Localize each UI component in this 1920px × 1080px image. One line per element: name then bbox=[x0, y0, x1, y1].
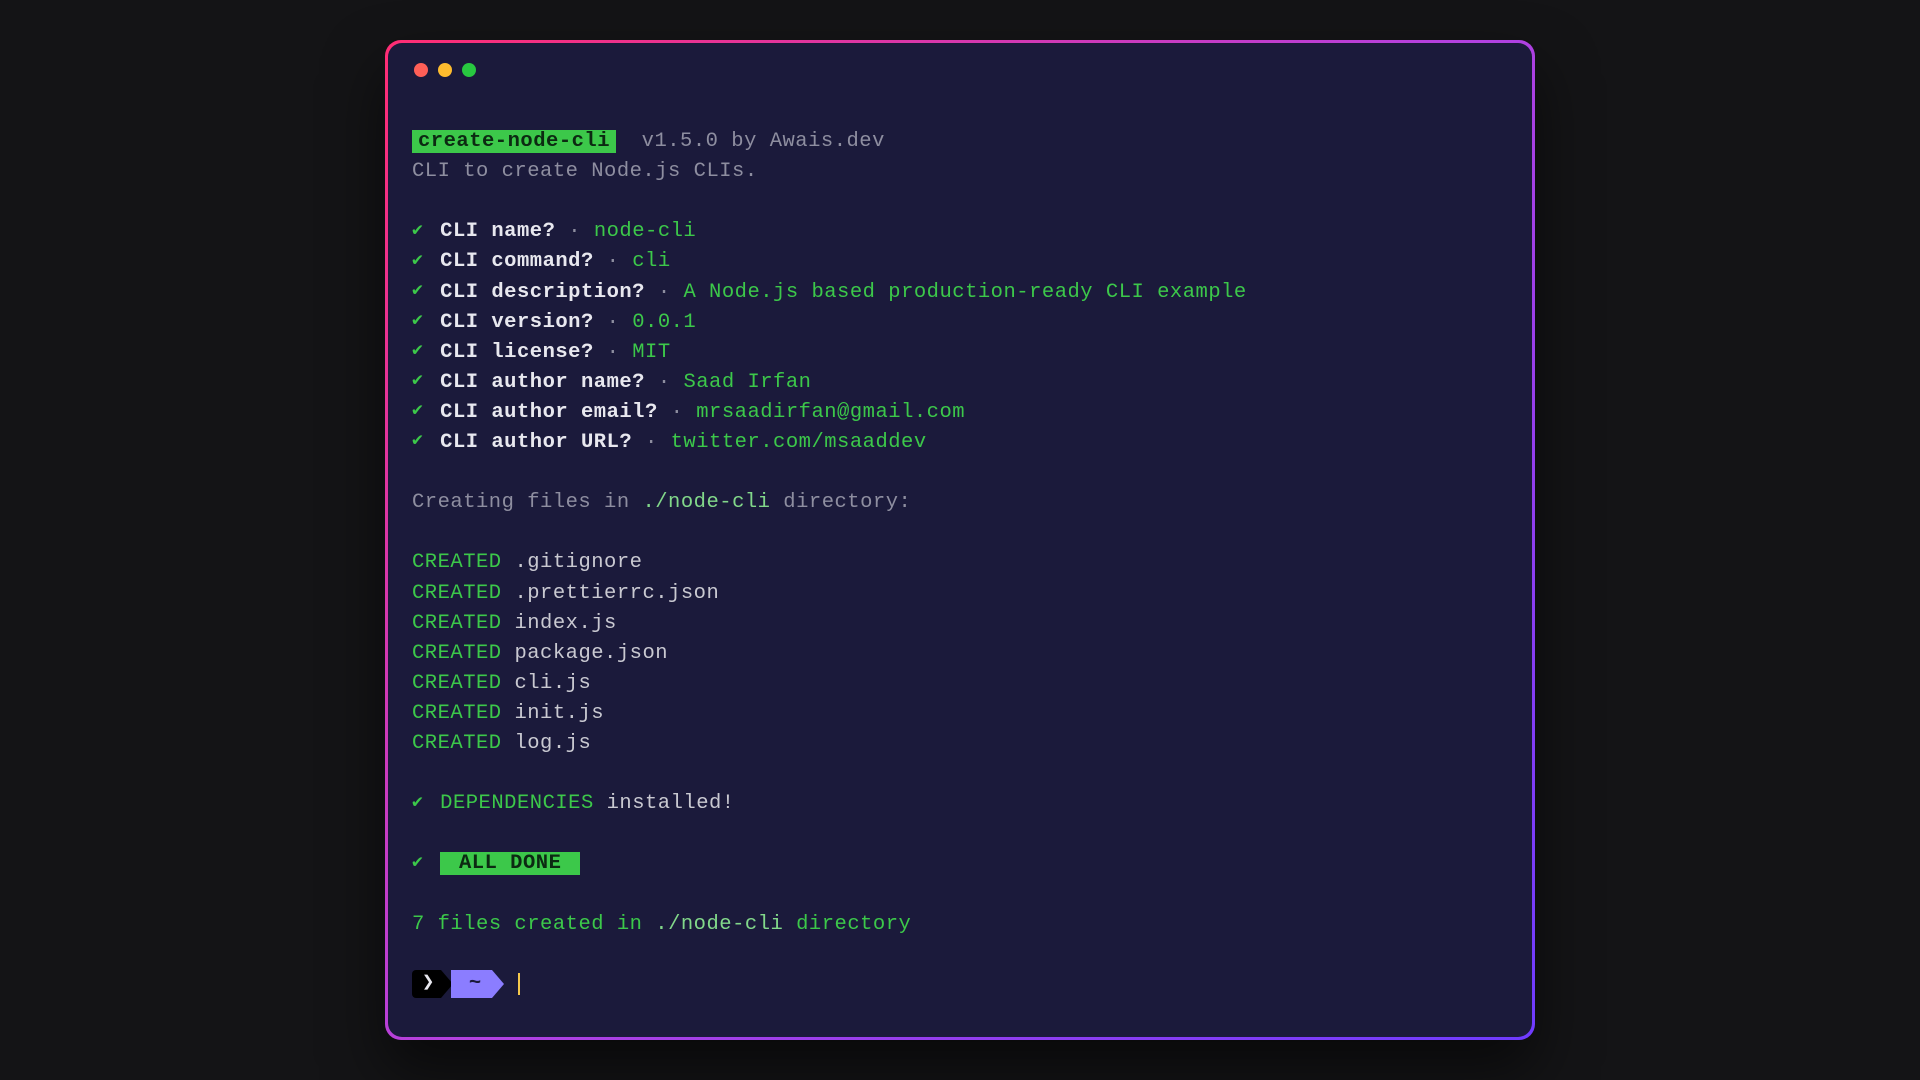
all-done-badge: ALL DONE bbox=[440, 852, 580, 875]
check-icon: ✔ bbox=[412, 428, 423, 454]
created-filename: init.js bbox=[514, 702, 604, 725]
output-dir: ./node-cli bbox=[642, 491, 770, 514]
created-label: CREATED bbox=[412, 702, 502, 725]
created-line: CREATED .gitignore bbox=[412, 548, 1508, 578]
header-line: create-node-cli v1.5.0 by Awais.dev bbox=[412, 127, 1508, 157]
created-label: CREATED bbox=[412, 612, 502, 635]
prompt-question: CLI author email? bbox=[440, 401, 658, 424]
prompt-question: CLI author URL? bbox=[440, 431, 632, 454]
prompt-line: ✔ CLI license? · MIT bbox=[412, 338, 1508, 368]
prompt-line: ✔ CLI command? · cli bbox=[412, 247, 1508, 277]
cli-name-badge: create-node-cli bbox=[412, 130, 616, 153]
created-filename: cli.js bbox=[514, 672, 591, 695]
summary-line: 7 files created in ./node-cli directory bbox=[412, 910, 1508, 940]
created-label: CREATED bbox=[412, 582, 502, 605]
check-icon: ✔ bbox=[412, 398, 423, 424]
created-label: CREATED bbox=[412, 732, 502, 755]
window-traffic-lights bbox=[414, 63, 1508, 77]
created-label: CREATED bbox=[412, 642, 502, 665]
created-filename: index.js bbox=[514, 612, 616, 635]
created-filename: log.js bbox=[514, 732, 591, 755]
terminal-window: create-node-cli v1.5.0 by Awais.dev CLI … bbox=[385, 40, 1535, 1040]
prompt-cwd: ~ bbox=[451, 970, 492, 998]
created-filename: package.json bbox=[514, 642, 668, 665]
created-line: CREATED index.js bbox=[412, 609, 1508, 639]
prompt-answer: cli bbox=[632, 250, 670, 273]
check-icon: ✔ bbox=[412, 308, 423, 334]
created-label: CREATED bbox=[412, 551, 502, 574]
prompt-line: ✔ CLI name? · node-cli bbox=[412, 217, 1508, 247]
all-done-line: ✔ ALL DONE bbox=[412, 849, 1508, 879]
check-icon: ✔ bbox=[412, 368, 423, 394]
prompt-answer: A Node.js based production-ready CLI exa… bbox=[683, 281, 1246, 304]
prompt-answer: MIT bbox=[632, 341, 670, 364]
prompt-question: CLI author name? bbox=[440, 371, 645, 394]
prompt-question: CLI version? bbox=[440, 311, 594, 334]
created-filename: .prettierrc.json bbox=[514, 582, 719, 605]
created-label: CREATED bbox=[412, 672, 502, 695]
terminal-output: create-node-cli v1.5.0 by Awais.dev CLI … bbox=[412, 127, 1508, 998]
check-icon: ✔ bbox=[412, 850, 423, 876]
created-line: CREATED init.js bbox=[412, 699, 1508, 729]
cli-version: v1.5.0 bbox=[642, 130, 719, 153]
prompt-line: ✔ CLI author name? · Saad Irfan bbox=[412, 368, 1508, 398]
check-icon: ✔ bbox=[412, 278, 423, 304]
created-line: CREATED log.js bbox=[412, 729, 1508, 759]
dependencies-line: ✔ DEPENDENCIES installed! bbox=[412, 789, 1508, 819]
check-icon: ✔ bbox=[412, 790, 423, 816]
prompt-line: ✔ CLI description? · A Node.js based pro… bbox=[412, 278, 1508, 308]
minimize-icon[interactable] bbox=[438, 63, 452, 77]
check-icon: ✔ bbox=[412, 338, 423, 364]
created-line: CREATED .prettierrc.json bbox=[412, 579, 1508, 609]
created-files-block: CREATED .gitignoreCREATED .prettierrc.js… bbox=[412, 548, 1508, 759]
creating-files-line: Creating files in ./node-cli directory: bbox=[412, 488, 1508, 518]
prompt-line: ✔ CLI author email? · mrsaadirfan@gmail.… bbox=[412, 398, 1508, 428]
created-line: CREATED package.json bbox=[412, 639, 1508, 669]
prompt-answer: node-cli bbox=[594, 220, 696, 243]
prompt-answers-block: ✔ CLI name? · node-cli✔ CLI command? · c… bbox=[412, 217, 1508, 458]
prompt-line: ✔ CLI version? · 0.0.1 bbox=[412, 308, 1508, 338]
cli-author: Awais.dev bbox=[770, 130, 885, 153]
prompt-arrow-icon: ❯ bbox=[412, 970, 441, 998]
prompt-question: CLI name? bbox=[440, 220, 555, 243]
close-icon[interactable] bbox=[414, 63, 428, 77]
prompt-answer: Saad Irfan bbox=[683, 371, 811, 394]
prompt-question: CLI command? bbox=[440, 250, 594, 273]
prompt-question: CLI description? bbox=[440, 281, 645, 304]
shell-prompt[interactable]: ❯~ bbox=[412, 970, 1508, 998]
prompt-answer: mrsaadirfan@gmail.com bbox=[696, 401, 965, 424]
cursor-icon bbox=[518, 973, 520, 995]
cli-tagline: CLI to create Node.js CLIs. bbox=[412, 157, 1508, 187]
prompt-answer: twitter.com/msaaddev bbox=[671, 431, 927, 454]
terminal-inner: create-node-cli v1.5.0 by Awais.dev CLI … bbox=[388, 43, 1532, 1037]
check-icon: ✔ bbox=[412, 218, 423, 244]
prompt-question: CLI license? bbox=[440, 341, 594, 364]
created-line: CREATED cli.js bbox=[412, 669, 1508, 699]
prompt-answer: 0.0.1 bbox=[632, 311, 696, 334]
maximize-icon[interactable] bbox=[462, 63, 476, 77]
prompt-line: ✔ CLI author URL? · twitter.com/msaaddev bbox=[412, 428, 1508, 458]
created-filename: .gitignore bbox=[514, 551, 642, 574]
check-icon: ✔ bbox=[412, 248, 423, 274]
